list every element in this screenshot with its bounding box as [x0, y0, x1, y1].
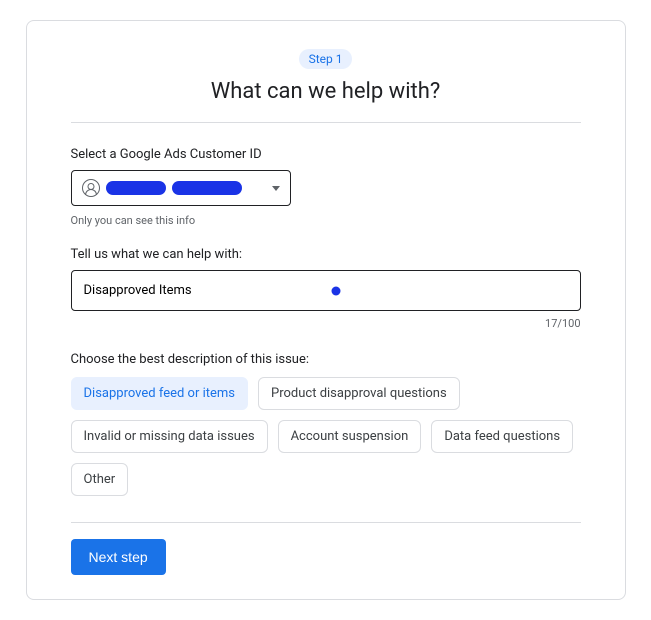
customer-id-value-redacted: [106, 181, 266, 195]
description-chip-3[interactable]: Account suspension: [278, 420, 422, 453]
description-chip-1[interactable]: Product disapproval questions: [258, 377, 460, 410]
customer-id-select[interactable]: [71, 170, 291, 206]
description-chips: Disapproved feed or items Product disappr…: [71, 377, 581, 496]
ink-dot-redaction: [331, 286, 340, 295]
divider-bottom: [71, 522, 581, 523]
help-form-card: Step 1 What can we help with? Select a G…: [26, 20, 626, 600]
customer-id-label: Select a Google Ads Customer ID: [71, 147, 581, 162]
customer-id-hint: Only you can see this info: [71, 214, 581, 227]
help-with-label: Tell us what we can help with:: [71, 247, 581, 262]
help-with-input[interactable]: [72, 271, 580, 310]
description-chip-0[interactable]: Disapproved feed or items: [71, 377, 249, 410]
description-chip-2[interactable]: Invalid or missing data issues: [71, 420, 268, 453]
divider-top: [71, 122, 581, 123]
chevron-down-icon: [272, 186, 280, 191]
description-label: Choose the best description of this issu…: [71, 352, 581, 367]
char-counter: 17/100: [71, 317, 581, 330]
description-chip-5[interactable]: Other: [71, 463, 129, 496]
step-badge: Step 1: [299, 49, 353, 69]
person-icon: [82, 179, 100, 197]
next-step-button[interactable]: Next step: [71, 539, 166, 575]
help-with-field-wrap: [71, 270, 581, 311]
page-title: What can we help with?: [71, 79, 581, 104]
description-chip-4[interactable]: Data feed questions: [431, 420, 573, 453]
